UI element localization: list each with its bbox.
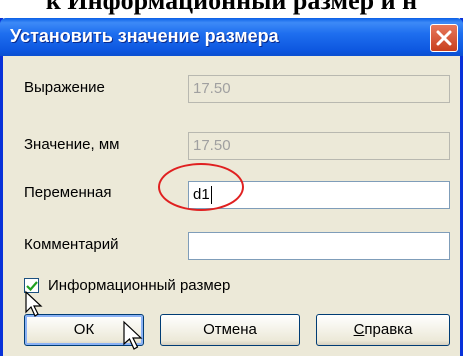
close-icon [436,30,452,46]
cancel-button[interactable]: Отмена [160,314,300,346]
cancel-button-label: Отмена [203,321,257,338]
dialog-titlebar[interactable]: Установить значение размера [0,18,463,56]
close-button[interactable] [430,24,458,52]
variable-highlight-circle [158,163,244,211]
mouse-pointer-icon [123,320,143,350]
ok-button-label: ОК [73,321,95,338]
info-size-label: Информационный размер [48,277,231,294]
expression-field: 17.50 [188,75,450,103]
help-button-mnemonic: С [353,321,365,338]
value-mm-field: 17.50 [188,132,450,160]
comment-input[interactable] [188,232,450,260]
variable-label: Переменная [24,184,112,201]
comment-label: Комментарий [24,236,119,253]
dialog-title: Установить значение размера [10,26,279,46]
mouse-pointer-icon [25,290,43,317]
expression-label: Выражение [24,79,105,96]
value-mm-label: Значение, мм [24,136,120,153]
help-button[interactable]: Справка [316,314,450,346]
help-button-label: правка [364,321,413,338]
page-heading: к Информационный размер и н [45,0,418,15]
